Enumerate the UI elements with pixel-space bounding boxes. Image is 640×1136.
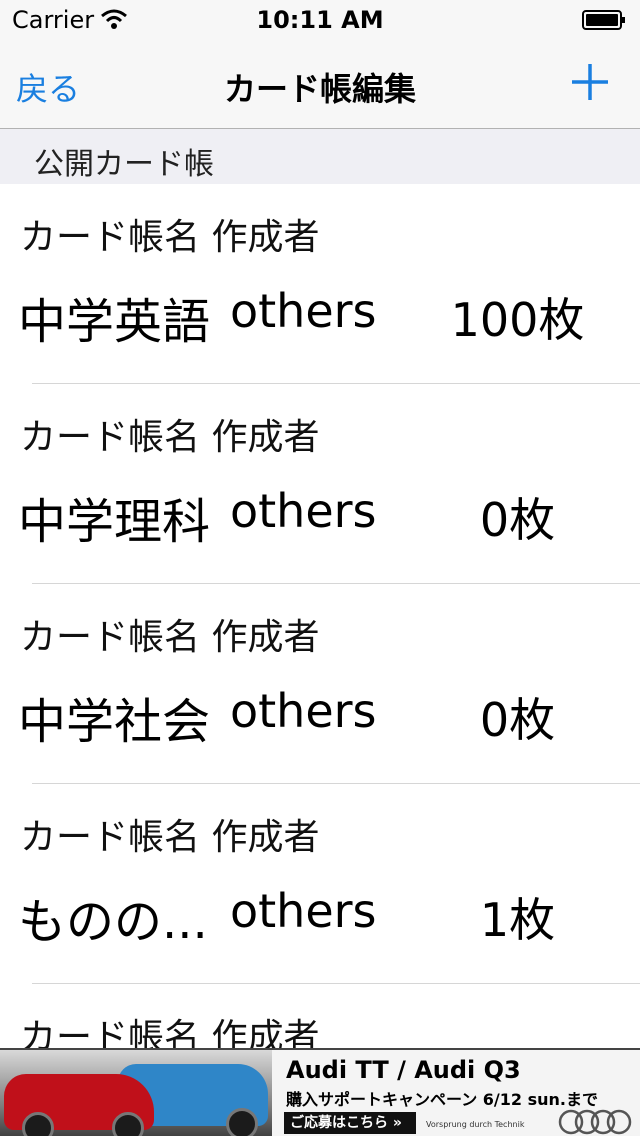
column-header-label: カード帳名 作成者	[20, 417, 320, 458]
card-book-name: 中学社会	[18, 694, 211, 750]
wheel-shape	[112, 1112, 144, 1136]
column-header-label: カード帳名 作成者	[20, 1017, 320, 1048]
battery-icon	[582, 10, 625, 30]
card-count: 0枚	[479, 693, 556, 747]
list-item[interactable]: カード帳名 作成者 中学理科 others 0枚	[0, 384, 640, 584]
screen: Carrier 10:11 AM 戻る カード帳編集 公開カード帳 カード帳名 …	[0, 0, 640, 1136]
column-header-label: カード帳名 作成者	[20, 617, 320, 658]
section-title: 公開カード帳	[34, 147, 214, 182]
status-time: 10:11 AM	[256, 6, 384, 34]
card-count: 0枚	[479, 493, 556, 547]
card-book-list[interactable]: カード帳名 作成者 中学英語 others 100枚 カード帳名 作成者 中学理…	[0, 184, 640, 1048]
list-item[interactable]: カード帳名 作成者	[0, 984, 640, 1048]
ad-title: Audi TT / Audi Q3	[286, 1056, 521, 1084]
card-book-owner: others	[230, 684, 377, 738]
wheel-shape	[226, 1108, 258, 1136]
list-item[interactable]: カード帳名 作成者 中学社会 others 0枚	[0, 584, 640, 784]
ad-subtitle: 購入サポートキャンペーン 6/12 sun.まで	[286, 1090, 598, 1109]
card-book-name: 中学理科	[18, 494, 211, 550]
ad-banner[interactable]: Audi TT / Audi Q3 購入サポートキャンペーン 6/12 sun.…	[0, 1048, 640, 1136]
card-book-owner: others	[230, 484, 377, 538]
section-header: 公開カード帳	[0, 129, 640, 184]
status-bar: Carrier 10:11 AM	[0, 0, 640, 40]
ad-cta-button[interactable]: ご応募はこちら »	[284, 1112, 416, 1134]
page-title: カード帳編集	[223, 70, 416, 108]
ad-tagline: Vorsprung durch Technik	[426, 1120, 525, 1129]
plus-icon[interactable]	[570, 62, 610, 102]
column-header-label: カード帳名 作成者	[20, 817, 320, 858]
card-book-name: ものの...	[18, 894, 208, 950]
audi-rings-logo-icon	[558, 1109, 632, 1135]
list-item[interactable]: カード帳名 作成者 ものの... others 1枚	[0, 784, 640, 984]
navigation-bar: 戻る カード帳編集	[0, 40, 640, 129]
column-header-label: カード帳名 作成者	[20, 217, 320, 258]
card-count: 100枚	[450, 293, 585, 347]
card-book-name: 中学英語	[18, 294, 211, 350]
card-book-owner: others	[230, 284, 377, 338]
ad-car-image	[0, 1050, 272, 1136]
back-button[interactable]: 戻る	[16, 64, 80, 110]
card-book-owner: others	[230, 884, 377, 938]
list-item[interactable]: カード帳名 作成者 中学英語 others 100枚	[0, 184, 640, 384]
wheel-shape	[22, 1112, 54, 1136]
card-count: 1枚	[479, 893, 556, 947]
